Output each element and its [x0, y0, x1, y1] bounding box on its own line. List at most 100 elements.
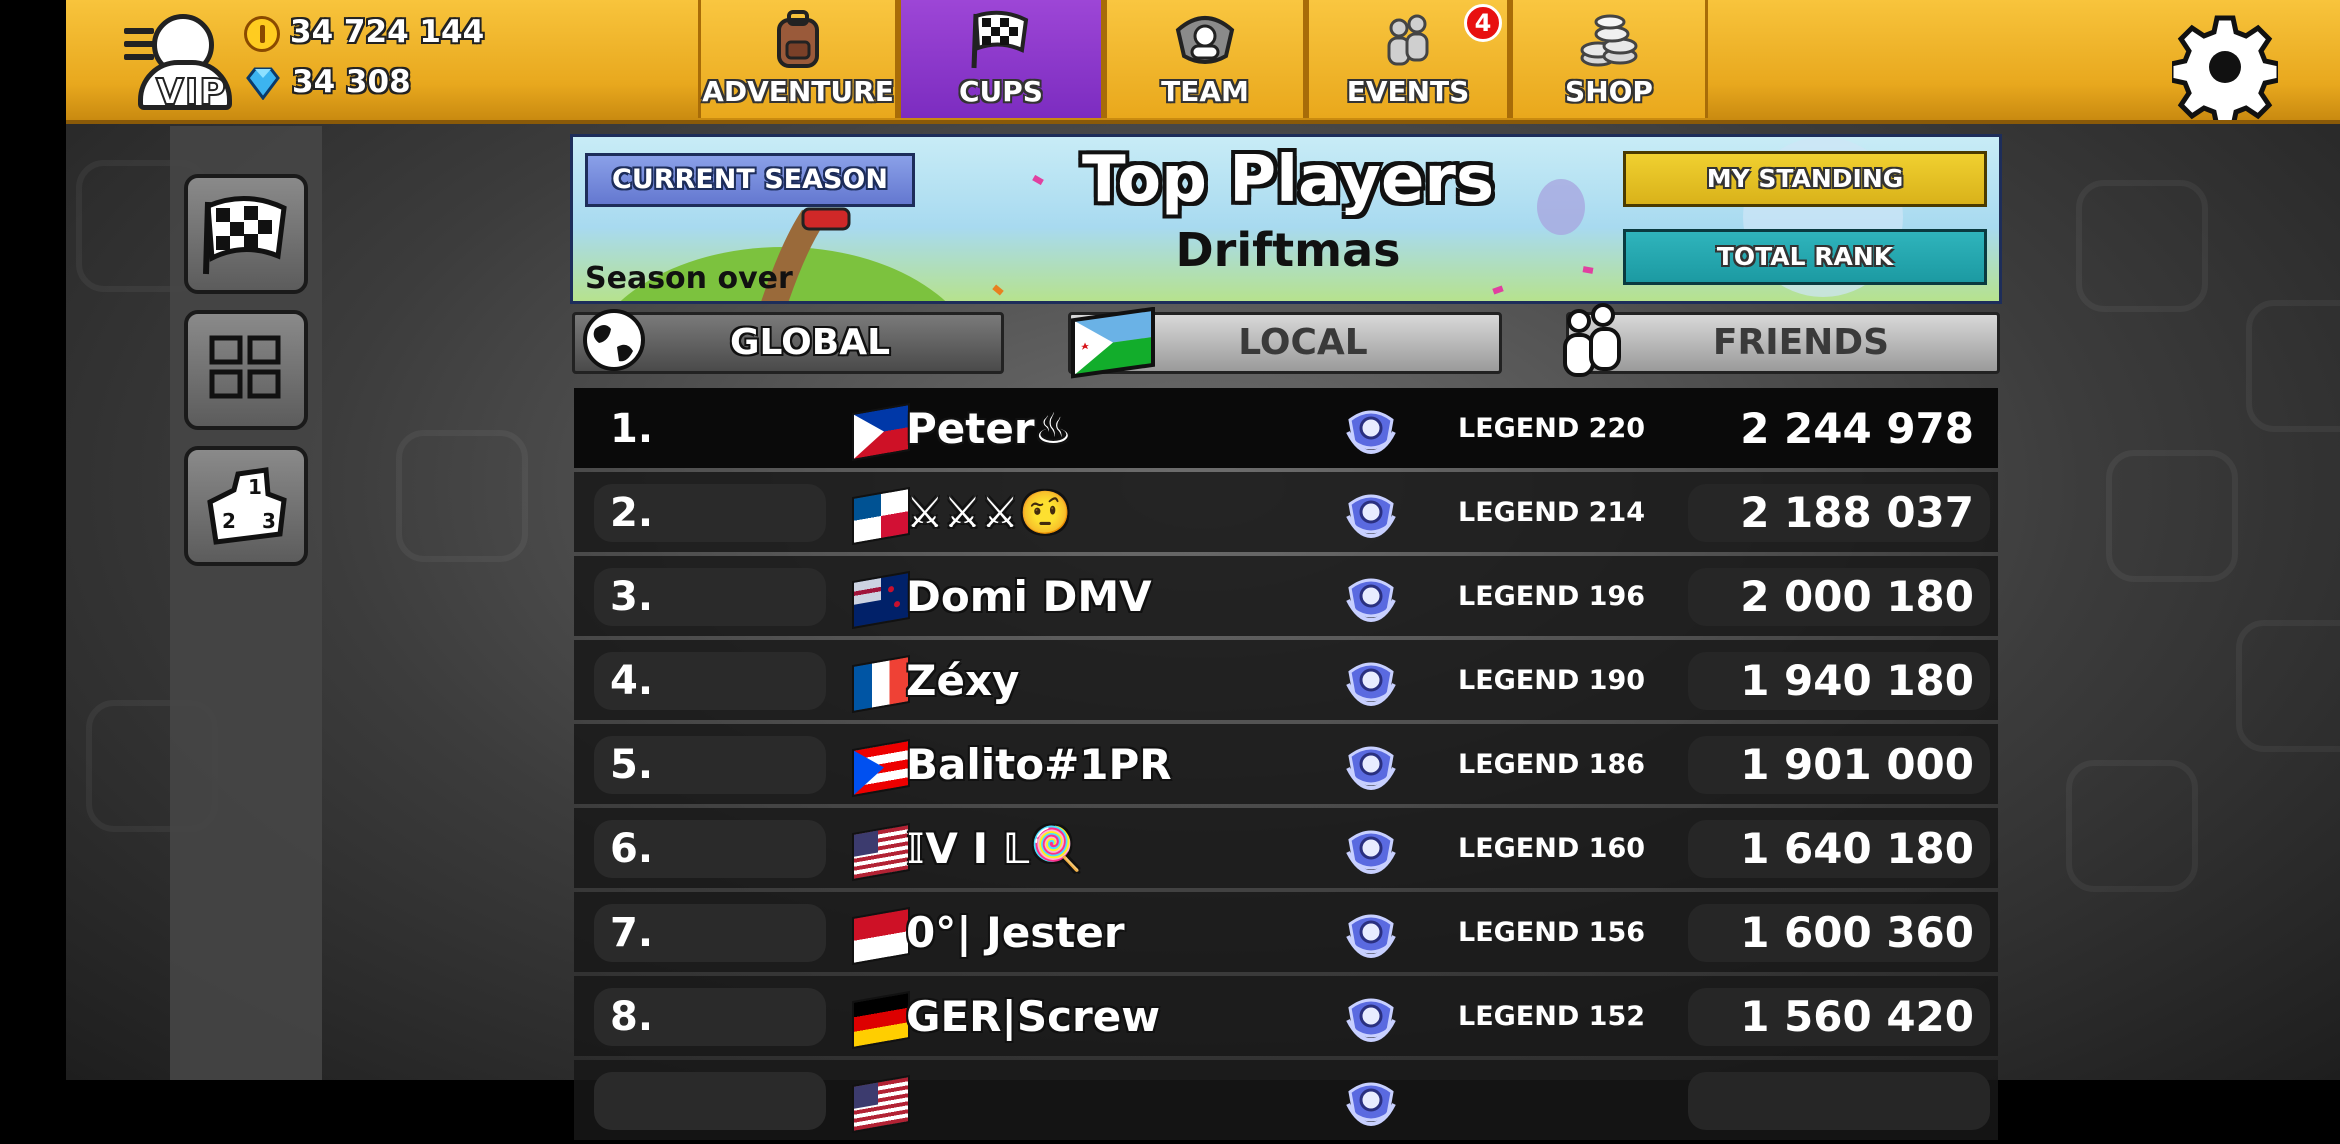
- leaderboard-row[interactable]: [574, 1060, 1998, 1140]
- leaderboard-row[interactable]: 5. Balito#1PR LEGEND 186 1 901 000: [574, 724, 1998, 804]
- tab-team[interactable]: TEAM: [1104, 0, 1306, 118]
- legend-league-icon: [1346, 662, 1396, 707]
- background-pattern-icon: [2246, 300, 2340, 432]
- player-name: ⚔⚔⚔🤨: [906, 488, 1072, 537]
- background-pattern-icon: [2236, 620, 2340, 752]
- coin-count: 34 724 144: [290, 14, 485, 50]
- tab-local[interactable]: LOCAL: [1068, 307, 1502, 379]
- score-box: [1688, 1072, 1990, 1130]
- vip-label: VIP: [155, 71, 227, 114]
- season-name: Driftmas: [1175, 223, 1401, 277]
- rank-number: 7.: [610, 910, 654, 956]
- tab-label: TEAM: [1161, 75, 1249, 108]
- grid-icon: [209, 335, 281, 399]
- player-name: Peter♨: [906, 404, 1073, 453]
- league-tier: LEGEND 160: [1458, 833, 1646, 864]
- rank-number: 8.: [610, 994, 654, 1040]
- background-pattern-icon: [2106, 450, 2238, 582]
- events-people-icon: [1387, 14, 1429, 66]
- legend-league-icon: [1346, 410, 1396, 455]
- my-standing-button[interactable]: MY STANDING: [1623, 151, 1987, 207]
- player-name: 0°| Jester: [906, 908, 1125, 957]
- tab-friends[interactable]: FRIENDS: [1563, 303, 2000, 377]
- total-rank-button[interactable]: TOTAL RANK: [1623, 229, 1987, 285]
- menu-icon: [124, 28, 154, 67]
- friends-icon: [1563, 303, 1621, 377]
- coin-stack-icon: [1580, 14, 1638, 67]
- tab-label: GLOBAL: [729, 322, 891, 363]
- legend-league-icon: [1346, 1082, 1396, 1127]
- rank-box: [594, 1072, 826, 1130]
- country-flag-icon: [852, 738, 910, 798]
- tab-label: EVENTS: [1346, 75, 1470, 108]
- team-emblem-icon: [1175, 16, 1235, 64]
- league-tier: LEGEND 220: [1458, 413, 1646, 444]
- settings-gear-icon[interactable]: [2172, 14, 2278, 120]
- country-flag-icon: [852, 654, 910, 714]
- rank-number: 1.: [610, 406, 654, 452]
- country-flag-icon: [852, 822, 910, 882]
- leaderboard-row[interactable]: 7. 0°| Jester LEGEND 156 1 600 360: [574, 892, 1998, 972]
- league-tier: LEGEND 156: [1458, 917, 1646, 948]
- player-name: Zéxy: [906, 656, 1020, 705]
- tab-shop[interactable]: SHOP: [1510, 0, 1708, 118]
- leaderboard-row[interactable]: 4. Zéxy LEGEND 190 1 940 180: [574, 640, 1998, 720]
- player-score: 2 188 037: [1740, 488, 1974, 537]
- legend-league-icon: [1346, 914, 1396, 959]
- background-pattern-icon: [396, 430, 528, 562]
- checkered-flag-icon: [203, 195, 287, 275]
- checkered-flag-icon: [971, 10, 1029, 69]
- tab-label: CUPS: [959, 75, 1043, 108]
- categories-button[interactable]: [184, 310, 308, 430]
- player-score: 1 560 420: [1740, 992, 1974, 1041]
- league-tier: LEGEND 196: [1458, 581, 1646, 612]
- player-score: 2 244 978: [1740, 404, 1974, 453]
- player-name: Domi DMV: [906, 572, 1152, 621]
- leaderboard-row[interactable]: 6. 𝕀V I 𝕃🍭 LEGEND 160 1 640 180: [574, 808, 1998, 888]
- gem-count: 34 308: [292, 64, 411, 100]
- country-flag-icon: [852, 906, 910, 966]
- tab-label: ADVENTURE: [702, 75, 894, 108]
- background-pattern-icon: [2076, 180, 2208, 312]
- podium-button[interactable]: 1 2 3: [184, 446, 308, 566]
- tab-cups[interactable]: CUPS: [898, 0, 1104, 118]
- country-flag-icon: [852, 486, 910, 546]
- top-players-banner: CURRENT SEASON Season over Top Players D…: [570, 134, 2002, 304]
- player-name: GER|Screw: [906, 992, 1160, 1041]
- legend-league-icon: [1346, 830, 1396, 875]
- races-button[interactable]: [184, 174, 308, 294]
- leaderboard-list: 1. Peter♨ LEGEND 220 2 244 978 2. ⚔⚔⚔🤨 L…: [574, 388, 1998, 1144]
- tab-global[interactable]: GLOBAL: [572, 309, 1004, 374]
- player-score: 1 901 000: [1740, 740, 1974, 789]
- svg-text:3: 3: [262, 509, 276, 533]
- rank-number: 5.: [610, 742, 654, 788]
- player-name: Balito#1PR: [906, 740, 1172, 789]
- podium-icon: 1 2 3: [207, 467, 287, 545]
- leaderboard-row[interactable]: 1. Peter♨ LEGEND 220 2 244 978: [574, 388, 1998, 468]
- backpack-icon: [777, 10, 819, 68]
- tab-adventure[interactable]: ADVENTURE: [698, 0, 898, 118]
- league-tier: LEGEND 152: [1458, 1001, 1646, 1032]
- leaderboard-row[interactable]: 2. ⚔⚔⚔🤨 LEGEND 214 2 188 037: [574, 472, 1998, 552]
- legend-league-icon: [1346, 578, 1396, 623]
- country-flag-icon: [852, 570, 910, 630]
- legend-league-icon: [1346, 998, 1396, 1043]
- leaderboard-row[interactable]: 8. GER|Screw LEGEND 152 1 560 420: [574, 976, 1998, 1056]
- season-status: Season over: [585, 261, 793, 296]
- legend-league-icon: [1346, 746, 1396, 791]
- coin-icon: [244, 16, 280, 52]
- page-title: Top Players: [1081, 143, 1495, 217]
- league-tier: LEGEND 186: [1458, 749, 1646, 780]
- country-flag-icon: [852, 990, 910, 1050]
- events-notification-badge: 4: [1464, 4, 1502, 42]
- gem-icon: [246, 67, 280, 100]
- player-score: 2 000 180: [1740, 572, 1974, 621]
- background-pattern-icon: [2066, 760, 2198, 892]
- tab-label: LOCAL: [1238, 322, 1368, 363]
- player-score: 1 640 180: [1740, 824, 1974, 873]
- rank-number: 2.: [610, 490, 654, 536]
- country-flag-icon: [852, 1074, 910, 1134]
- svg-text:1: 1: [248, 475, 262, 499]
- tab-label: FRIENDS: [1712, 322, 1890, 363]
- leaderboard-row[interactable]: 3. Domi DMV LEGEND 196 2 000 180: [574, 556, 1998, 636]
